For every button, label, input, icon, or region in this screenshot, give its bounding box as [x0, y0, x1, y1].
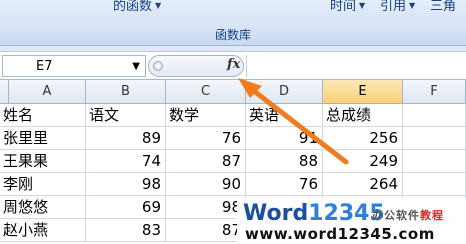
ribbon-section-bar: 函数库	[0, 22, 466, 46]
cell-c1[interactable]: 数学	[166, 104, 246, 127]
cell-a2[interactable]: 张里里	[0, 127, 86, 150]
cell-e3[interactable]: 249	[323, 150, 403, 173]
chevron-down-icon: ▼	[359, 1, 366, 10]
select-all-corner[interactable]	[0, 80, 9, 104]
column-header-c[interactable]: C	[166, 80, 246, 104]
ribbon-group-math-label: 三角	[430, 0, 457, 14]
name-box[interactable]: E7 ▼	[2, 55, 146, 77]
cell-f4[interactable]	[403, 173, 466, 196]
cell-f2[interactable]	[403, 127, 466, 150]
formula-input[interactable]	[246, 55, 466, 77]
cell-b6[interactable]: 83	[86, 219, 166, 242]
cell-e4[interactable]: 264	[323, 173, 403, 196]
watermark-url: www.word12345.com	[245, 225, 435, 243]
cell-f1[interactable]	[403, 104, 466, 127]
ribbon-group-functions-label: 的函数	[113, 0, 153, 14]
cell-e2[interactable]: 256	[323, 127, 403, 150]
column-header-d[interactable]: D	[246, 80, 323, 104]
ribbon-section-label: 函数库	[214, 28, 251, 42]
cell-b5[interactable]: 69	[86, 196, 166, 219]
column-header-b[interactable]: B	[86, 80, 166, 104]
cell-c6[interactable]: 87	[166, 219, 246, 242]
ribbon-group-datetime-label: 时间	[330, 0, 357, 14]
ribbon-top: 的函数 ▼ 时间 ▼ 引用 ▼ 三角	[0, 0, 466, 22]
ribbon-group-math[interactable]: 三角	[430, 0, 456, 14]
name-box-value: E7	[36, 59, 53, 74]
cell-c4[interactable]: 90	[166, 173, 246, 196]
cell-d1[interactable]: 英语	[246, 104, 323, 127]
cell-a1[interactable]: 姓名	[0, 104, 86, 127]
chevron-down-icon: ▼	[409, 1, 416, 10]
cell-a4[interactable]: 李刚	[0, 173, 86, 196]
watermark: Word12345 办公软件教程 www.word12345.com	[237, 198, 466, 244]
cell-c2[interactable]: 76	[166, 127, 246, 150]
cell-a5[interactable]: 周悠悠	[0, 196, 86, 219]
cell-d4[interactable]: 76	[246, 173, 323, 196]
column-header-e[interactable]: E	[323, 80, 403, 104]
cell-b4[interactable]: 98	[86, 173, 166, 196]
insert-function-button[interactable]: fx	[227, 57, 240, 72]
ribbon-group-functions[interactable]: 的函数 ▼	[113, 0, 161, 14]
formula-bar-splitter[interactable]: fx	[148, 55, 244, 77]
cell-d2[interactable]: 91	[246, 127, 323, 150]
ribbon-group-datetime[interactable]: 时间 ▼	[330, 0, 365, 14]
cell-f3[interactable]	[403, 150, 466, 173]
cell-b3[interactable]: 74	[86, 150, 166, 173]
dropdown-arrow-icon[interactable]: ▼	[132, 61, 140, 72]
cell-c3[interactable]: 87	[166, 150, 246, 173]
cell-e1[interactable]: 总成绩	[323, 104, 403, 127]
column-header-a[interactable]: A	[9, 80, 86, 104]
cell-b1[interactable]: 语文	[86, 104, 166, 127]
ribbon-group-reference[interactable]: 引用 ▼	[380, 0, 415, 14]
column-header-f[interactable]: F	[403, 80, 466, 104]
watermark-tagline: 办公软件教程	[372, 209, 444, 222]
cell-d3[interactable]: 88	[246, 150, 323, 173]
ribbon-group-reference-label: 引用	[380, 0, 407, 14]
splitter-handle-icon[interactable]	[153, 61, 163, 71]
cell-a6[interactable]: 赵小燕	[0, 219, 86, 242]
cell-a3[interactable]: 王果果	[0, 150, 86, 173]
formula-bar: E7 ▼ fx	[0, 52, 466, 80]
chevron-down-icon: ▼	[155, 1, 162, 10]
watermark-logo: Word12345	[243, 201, 385, 226]
cell-b2[interactable]: 89	[86, 127, 166, 150]
cell-c5[interactable]: 98	[166, 196, 246, 219]
